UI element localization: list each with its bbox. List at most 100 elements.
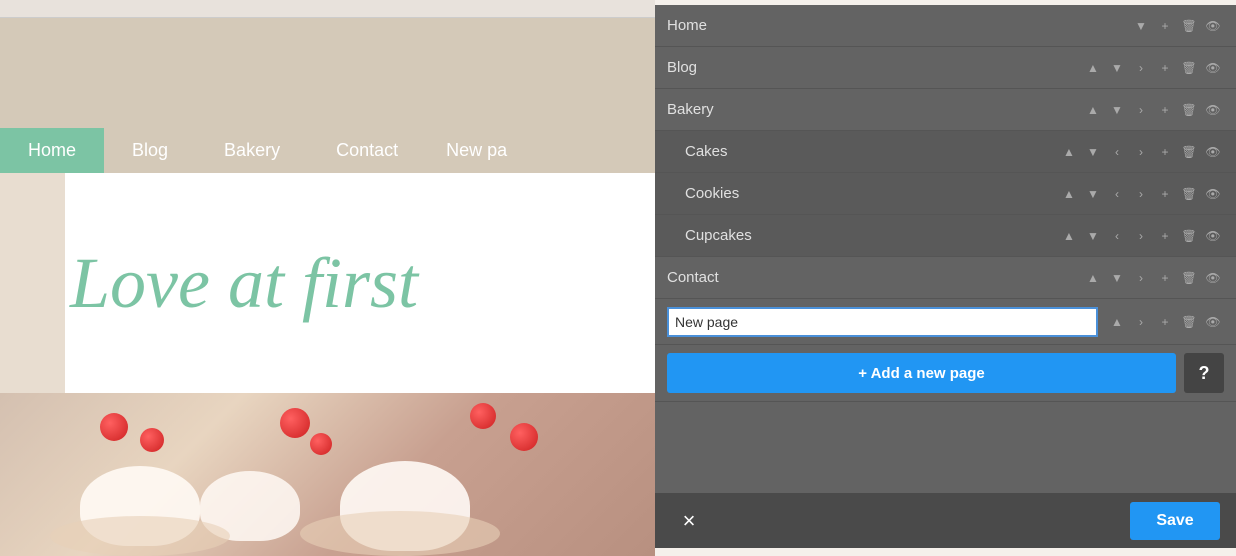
contact-right-btn[interactable]: ›	[1130, 267, 1152, 289]
cakes-left-btn[interactable]: ‹	[1106, 141, 1128, 163]
menu-label-cookies: Cookies	[685, 185, 1058, 202]
cookies-eye-btn[interactable]: 👁	[1202, 183, 1224, 205]
close-button[interactable]: ×	[671, 503, 707, 539]
new-page-row: ▲ › + 🗑 👁	[655, 299, 1236, 345]
plate-2	[300, 511, 500, 556]
blog-right-btn[interactable]: ›	[1130, 57, 1152, 79]
hero-area: Love at first	[0, 173, 655, 393]
bakery-controls: ▲ ▼ › + 🗑 👁	[1082, 99, 1224, 121]
nav-item-newpa[interactable]: New pa	[426, 128, 527, 173]
new-page-add-btn[interactable]: +	[1154, 311, 1176, 333]
menu-row-blog: Blog ▲ ▼ › + 🗑 👁	[655, 47, 1236, 89]
new-page-up-btn[interactable]: ▲	[1106, 311, 1128, 333]
cupcakes-left-btn[interactable]: ‹	[1106, 225, 1128, 247]
bakery-delete-btn[interactable]: 🗑	[1178, 99, 1200, 121]
cakes-up-btn[interactable]: ▲	[1058, 141, 1080, 163]
food-visual	[0, 393, 655, 556]
home-controls: ▼ + 🗑 👁	[1130, 15, 1224, 37]
help-button[interactable]: ?	[1184, 353, 1224, 393]
contact-up-btn[interactable]: ▲	[1082, 267, 1104, 289]
home-down-btn[interactable]: ▼	[1130, 15, 1152, 37]
cupcakes-add-btn[interactable]: +	[1154, 225, 1176, 247]
cupcakes-up-btn[interactable]: ▲	[1058, 225, 1080, 247]
raspberry-2	[140, 428, 164, 452]
new-page-right-btn[interactable]: ›	[1130, 311, 1152, 333]
menu-row-home: Home ▼ + 🗑 👁	[655, 5, 1236, 47]
menu-row-cupcakes: Cupcakes ▲ ▼ ‹ › + 🗑 👁	[655, 215, 1236, 257]
new-page-delete-btn[interactable]: 🗑	[1178, 311, 1200, 333]
blog-controls: ▲ ▼ › + 🗑 👁	[1082, 57, 1224, 79]
menu-row-bakery: Bakery ▲ ▼ › + 🗑 👁	[655, 89, 1236, 131]
raspberry-4	[310, 433, 332, 455]
blog-up-btn[interactable]: ▲	[1082, 57, 1104, 79]
new-page-controls: ▲ › + 🗑 👁	[1106, 311, 1224, 333]
menu-label-contact: Contact	[667, 269, 1082, 286]
menu-label-blog: Blog	[667, 59, 1082, 76]
cakes-down-btn[interactable]: ▼	[1082, 141, 1104, 163]
nav-item-bakery[interactable]: Bakery	[196, 128, 308, 173]
cookies-delete-btn[interactable]: 🗑	[1178, 183, 1200, 205]
contact-delete-btn[interactable]: 🗑	[1178, 267, 1200, 289]
nav-item-home[interactable]: Home	[0, 128, 104, 173]
contact-add-btn[interactable]: +	[1154, 267, 1176, 289]
add-page-button[interactable]: + Add a new page	[667, 353, 1176, 393]
blog-add-btn[interactable]: +	[1154, 57, 1176, 79]
bakery-right-btn[interactable]: ›	[1130, 99, 1152, 121]
nav-bar: Home Blog Bakery Contact New pa	[0, 18, 655, 173]
blog-delete-btn[interactable]: 🗑	[1178, 57, 1200, 79]
home-add-btn[interactable]: +	[1154, 15, 1176, 37]
bakery-up-btn[interactable]: ▲	[1082, 99, 1104, 121]
cookies-right-btn[interactable]: ›	[1130, 183, 1152, 205]
cupcakes-eye-btn[interactable]: 👁	[1202, 225, 1224, 247]
cookies-add-btn[interactable]: +	[1154, 183, 1176, 205]
home-delete-btn[interactable]: 🗑	[1178, 15, 1200, 37]
cupcakes-controls: ▲ ▼ ‹ › + 🗑 👁	[1058, 225, 1224, 247]
food-area	[0, 393, 655, 556]
top-bar	[0, 0, 655, 18]
add-page-row: + Add a new page ?	[655, 345, 1236, 402]
raspberry-6	[510, 423, 538, 451]
raspberry-1	[100, 413, 128, 441]
raspberry-5	[470, 403, 496, 429]
cookies-down-btn[interactable]: ▼	[1082, 183, 1104, 205]
cupcakes-down-btn[interactable]: ▼	[1082, 225, 1104, 247]
bakery-add-btn[interactable]: +	[1154, 99, 1176, 121]
nav-item-contact[interactable]: Contact	[308, 128, 426, 173]
cakes-eye-btn[interactable]: 👁	[1202, 141, 1224, 163]
nav-editor-panel: Home ▼ + 🗑 👁 Blog ▲ ▼ › + 🗑 👁 Bakery ▲ ▼…	[655, 5, 1236, 548]
home-eye-btn[interactable]: 👁	[1202, 15, 1224, 37]
cakes-add-btn[interactable]: +	[1154, 141, 1176, 163]
menu-label-bakery: Bakery	[667, 101, 1082, 118]
nav-item-blog[interactable]: Blog	[104, 128, 196, 173]
menu-label-cakes: Cakes	[685, 143, 1058, 160]
contact-eye-btn[interactable]: 👁	[1202, 267, 1224, 289]
cupcakes-delete-btn[interactable]: 🗑	[1178, 225, 1200, 247]
menu-label-cupcakes: Cupcakes	[685, 227, 1058, 244]
contact-down-btn[interactable]: ▼	[1106, 267, 1128, 289]
hero-left-decor	[0, 173, 65, 393]
menu-label-home: Home	[667, 17, 1130, 34]
blog-down-btn[interactable]: ▼	[1106, 57, 1128, 79]
cakes-delete-btn[interactable]: 🗑	[1178, 141, 1200, 163]
contact-controls: ▲ ▼ › + 🗑 👁	[1082, 267, 1224, 289]
menu-row-cakes: Cakes ▲ ▼ ‹ › + 🗑 👁	[655, 131, 1236, 173]
bottom-bar: × Save	[655, 493, 1236, 548]
cookies-controls: ▲ ▼ ‹ › + 🗑 👁	[1058, 183, 1224, 205]
menu-row-cookies: Cookies ▲ ▼ ‹ › + 🗑 👁	[655, 173, 1236, 215]
blog-eye-btn[interactable]: 👁	[1202, 57, 1224, 79]
cakes-controls: ▲ ▼ ‹ › + 🗑 👁	[1058, 141, 1224, 163]
cookies-left-btn[interactable]: ‹	[1106, 183, 1128, 205]
new-page-input[interactable]	[667, 307, 1098, 337]
new-page-eye-btn[interactable]: 👁	[1202, 311, 1224, 333]
bakery-down-btn[interactable]: ▼	[1106, 99, 1128, 121]
cookies-up-btn[interactable]: ▲	[1058, 183, 1080, 205]
bakery-eye-btn[interactable]: 👁	[1202, 99, 1224, 121]
cupcakes-right-btn[interactable]: ›	[1130, 225, 1152, 247]
raspberry-3	[280, 408, 310, 438]
menu-row-contact: Contact ▲ ▼ › + 🗑 👁	[655, 257, 1236, 299]
nav-items: Home Blog Bakery Contact New pa	[0, 128, 527, 173]
hero-text: Love at first	[70, 242, 418, 325]
save-button[interactable]: Save	[1130, 502, 1220, 540]
plate-1	[50, 516, 230, 556]
cakes-right-btn[interactable]: ›	[1130, 141, 1152, 163]
